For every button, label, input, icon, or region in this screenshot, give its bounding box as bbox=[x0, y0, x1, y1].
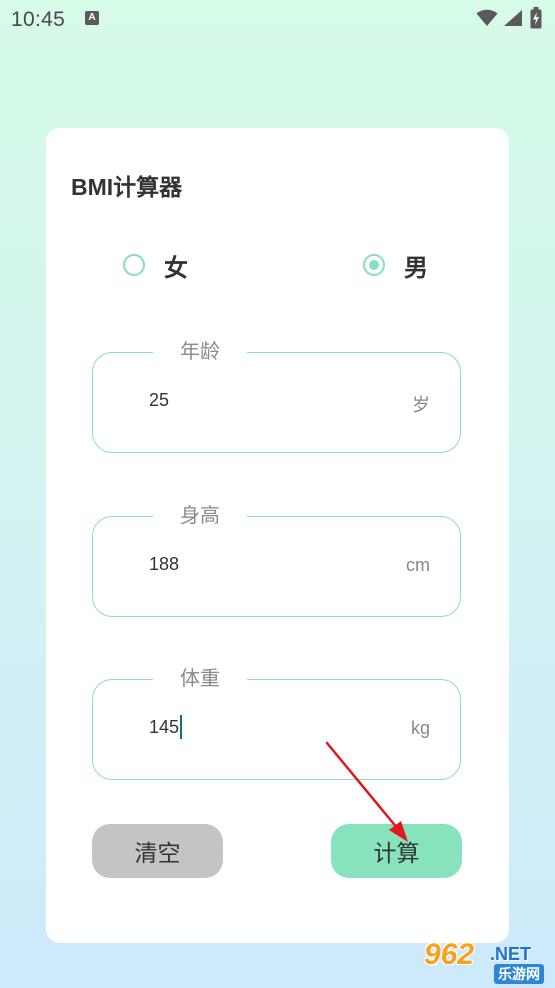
watermark-number: 962 bbox=[424, 938, 475, 971]
watermark-logo: 962 .NET 乐游网 bbox=[416, 938, 551, 984]
age-input[interactable] bbox=[149, 390, 349, 411]
text-cursor bbox=[180, 715, 182, 739]
status-time: 10:45 bbox=[11, 8, 66, 31]
bmi-card: BMI计算器 女 男 年龄 岁 身高 cm 体重 kg 清空 计算 bbox=[46, 128, 509, 943]
gender-label-male: 男 bbox=[404, 254, 428, 282]
clear-button[interactable]: 清空 bbox=[92, 824, 223, 878]
radio-checked-icon[interactable] bbox=[363, 254, 385, 276]
radio-unchecked-icon[interactable] bbox=[123, 254, 145, 276]
status-bar: 10:45 A bbox=[0, 0, 555, 40]
signal-icon bbox=[504, 10, 522, 26]
notification-a-icon: A bbox=[85, 11, 99, 25]
height-unit: cm bbox=[406, 555, 430, 575]
watermark-suffix: .NET bbox=[490, 944, 532, 964]
age-field[interactable]: 年龄 岁 bbox=[92, 338, 461, 453]
weight-legend: 体重 bbox=[153, 665, 247, 693]
age-legend: 年龄 bbox=[153, 338, 247, 366]
height-input[interactable] bbox=[149, 554, 349, 575]
height-field[interactable]: 身高 cm bbox=[92, 502, 461, 617]
age-unit: 岁 bbox=[412, 395, 430, 415]
wifi-icon bbox=[476, 9, 498, 26]
gender-radio-female[interactable]: 女 bbox=[123, 250, 188, 282]
gender-radio-male[interactable]: 男 bbox=[363, 250, 428, 282]
gender-label-female: 女 bbox=[164, 254, 188, 282]
page-title: BMI计算器 bbox=[71, 174, 183, 200]
calculate-button[interactable]: 计算 bbox=[331, 824, 462, 878]
weight-unit: kg bbox=[410, 718, 430, 738]
battery-charging-icon bbox=[530, 7, 542, 29]
weight-input[interactable] bbox=[149, 717, 349, 738]
watermark-cn-text: 乐游网 bbox=[494, 964, 544, 984]
weight-field[interactable]: 体重 kg bbox=[92, 665, 461, 780]
height-legend: 身高 bbox=[153, 502, 247, 530]
